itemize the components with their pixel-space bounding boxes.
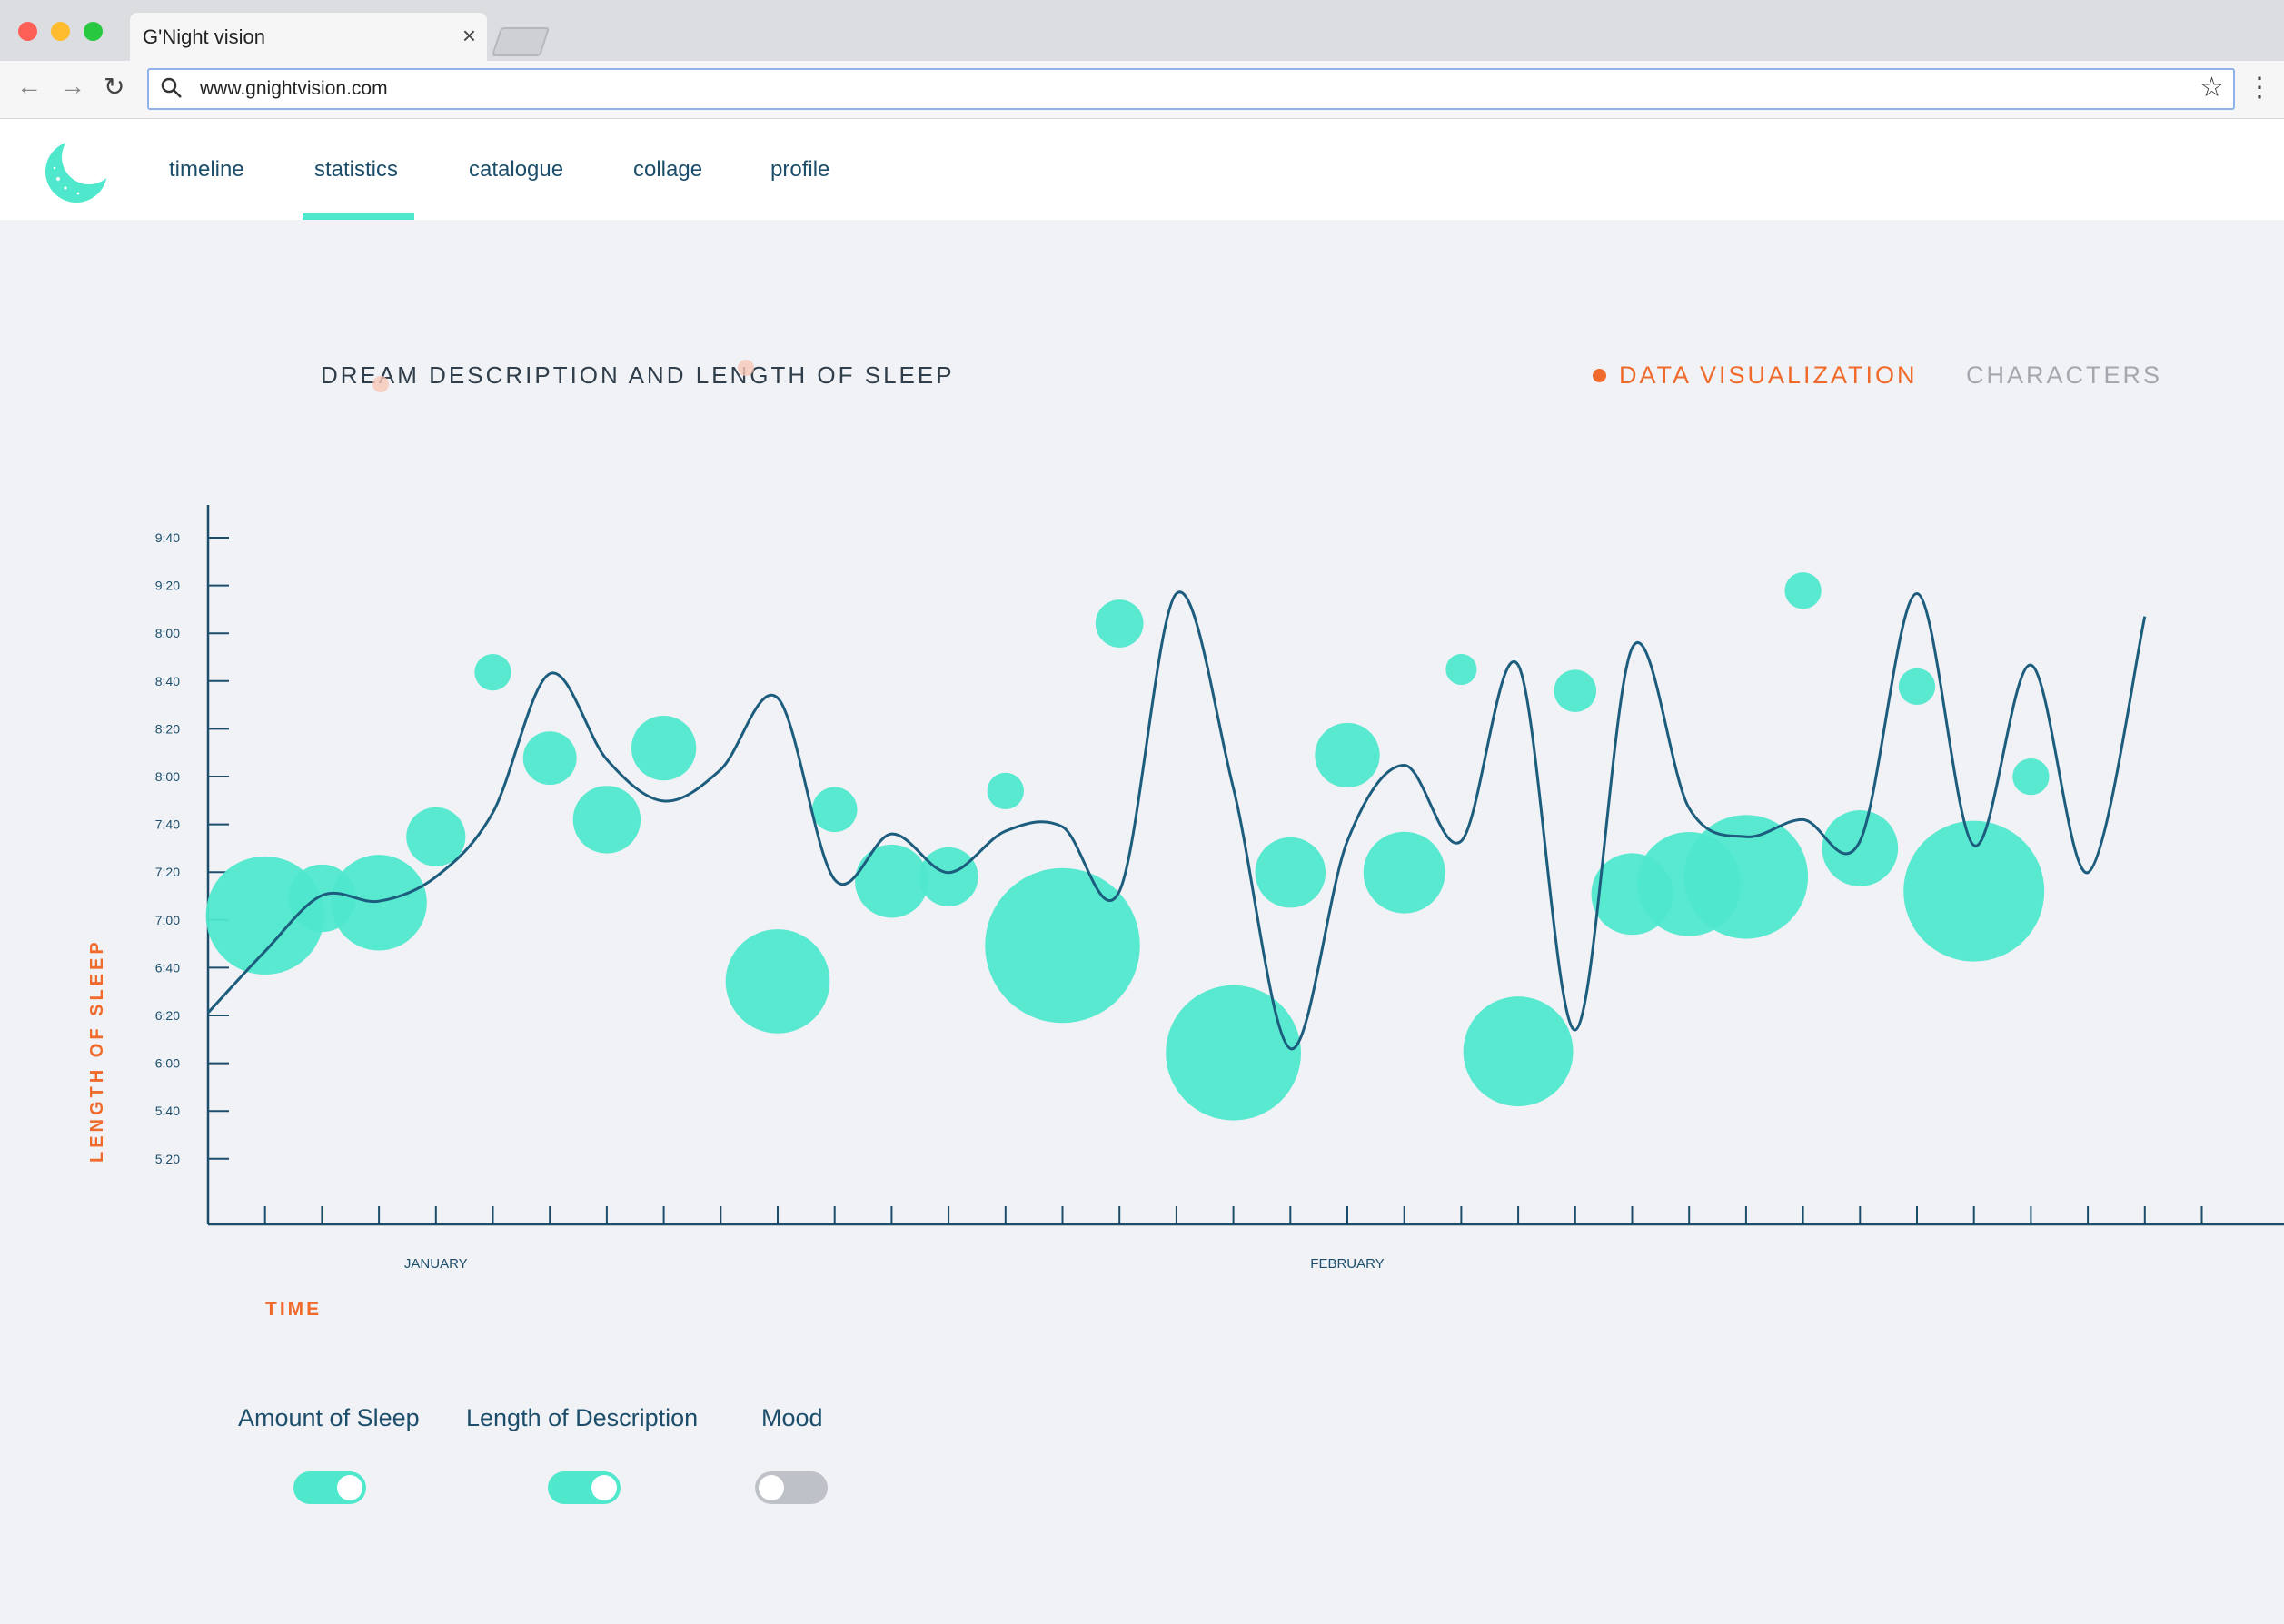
month-label: JANUARY (404, 1256, 468, 1272)
sleep-bubble (1166, 985, 1301, 1121)
sleep-chart: 9:40 9:20 8:00 8:40 8:20 8:00 7:40 7:20 7:00 6:40… (155, 505, 2284, 1272)
sleep-bubble (1445, 653, 1477, 686)
y-tick-label: 6:20 (155, 1008, 180, 1023)
sleep-bubble (631, 715, 697, 781)
sleep-bubble (1683, 815, 1809, 939)
y-tick-label: 5:20 (155, 1152, 180, 1166)
y-tick-label: 7:00 (155, 913, 180, 927)
y-tick-label: 8:20 (155, 721, 180, 736)
sleep-bubble (919, 847, 978, 906)
sleep-bubble (855, 844, 928, 918)
sleep-bubble (331, 855, 427, 951)
sleep-bubble (1315, 722, 1380, 788)
sleep-bubble (1898, 668, 1936, 706)
sleep-bubble (1784, 572, 1822, 609)
sleep-bubble (1463, 996, 1574, 1107)
y-tick-label: 9:40 (155, 530, 180, 545)
sleep-bubble (572, 786, 641, 854)
sleep-bubble (725, 929, 830, 1034)
amount-of-sleep-label: Amount of Sleep (238, 1404, 420, 1431)
y-tick-label: 8:40 (155, 674, 180, 688)
toggle-knob (591, 1475, 617, 1500)
y-tick-label: 9:20 (155, 579, 180, 593)
sleep-bubble (522, 731, 577, 786)
toggle-knob (337, 1475, 362, 1500)
sleep-bubble (987, 772, 1024, 810)
y-tick-label: 6:40 (155, 960, 180, 975)
mood-toggle[interactable] (755, 1471, 828, 1504)
sleep-bubble (2012, 758, 2050, 796)
y-tick-label: 5:40 (155, 1104, 180, 1118)
mood-label: Mood (761, 1404, 823, 1431)
y-tick-label: 8:00 (155, 769, 180, 784)
sleep-bubble (1903, 820, 2045, 962)
amount-of-sleep-toggle[interactable] (293, 1471, 366, 1504)
month-label: FEBRUARY (1310, 1256, 1384, 1272)
length-of-description-label: Length of Description (466, 1404, 699, 1431)
y-tick-label: 7:40 (155, 817, 180, 832)
sleep-bubble (1095, 599, 1144, 648)
y-tick-label: 8:00 (155, 626, 180, 640)
y-axis-label: LENGTH OF SLEEP (87, 938, 107, 1163)
sleep-bubble (1363, 831, 1445, 914)
toggle-knob (759, 1475, 784, 1500)
sleep-bubble (406, 807, 466, 866)
x-axis-label: TIME (265, 1299, 323, 1320)
sleep-bubble (474, 653, 511, 691)
sleep-bubble (1255, 837, 1326, 908)
y-tick-label: 7:20 (155, 865, 180, 879)
sleep-bubble (811, 787, 858, 833)
length-of-description-toggle[interactable] (548, 1471, 621, 1504)
sleep-bubble (1554, 669, 1597, 712)
sleep-bubble (985, 867, 1140, 1024)
y-tick-label: 6:00 (155, 1056, 180, 1071)
